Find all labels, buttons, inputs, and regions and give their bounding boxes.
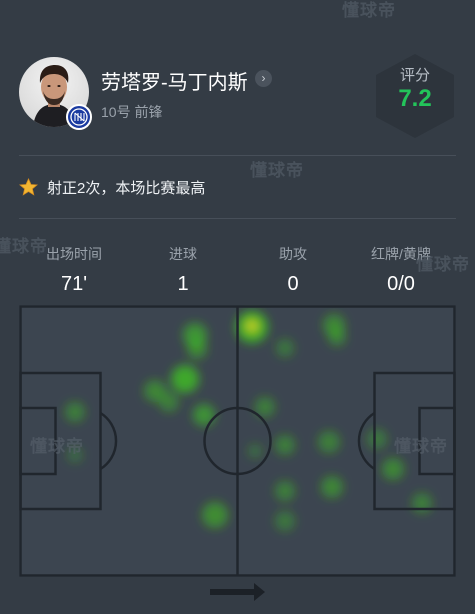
chevron-right-icon[interactable]: ›	[255, 70, 272, 87]
player-number-position: 10号 前锋	[101, 104, 163, 120]
heat-spot	[193, 404, 215, 426]
heat-spot	[275, 481, 295, 501]
stat-value: 0	[287, 273, 299, 295]
stat-goals: 进球 1	[128, 244, 238, 296]
watermark: 懂球帝	[250, 161, 304, 180]
heat-spot	[202, 502, 228, 528]
heatmap-pitch	[19, 305, 456, 577]
divider	[19, 218, 456, 219]
heat-spot	[275, 511, 295, 531]
rating-value: 7.2	[398, 85, 432, 112]
watermark: 懂球帝	[394, 437, 448, 456]
heat-spot	[367, 429, 387, 449]
heat-spot	[187, 339, 207, 359]
watermark: 懂球帝	[342, 1, 396, 20]
heat-spot	[318, 431, 340, 453]
highlight-row: 射正2次，本场比赛最高	[19, 172, 456, 202]
heat-spot	[248, 444, 262, 458]
heat-spot	[65, 402, 85, 422]
heat-spot	[159, 392, 179, 412]
watermark: 懂球帝	[30, 437, 84, 456]
player-header: 劳塔罗-马丁内斯 › 10号 前锋 评分 7.2	[0, 0, 475, 150]
rating-label: 评分	[399, 67, 430, 84]
watermark: 懂球帝	[416, 255, 470, 274]
heat-spot	[275, 435, 295, 455]
stats-row: 出场时间 71' 进球 1 助攻 0 红牌/黄牌 0/0	[19, 244, 456, 300]
stat-value: 0/0	[387, 273, 415, 295]
stat-label: 进球	[169, 246, 197, 262]
player-name: 劳塔罗-马丁内斯	[101, 72, 248, 94]
heat-spot	[328, 328, 346, 346]
heat-spot	[382, 458, 404, 480]
divider	[19, 155, 456, 156]
heat-spot	[171, 365, 199, 393]
highlight-text: 射正2次，本场比赛最高	[47, 180, 206, 197]
star-icon	[19, 178, 38, 196]
stat-value: 71'	[60, 273, 88, 295]
attack-direction-arrow-icon	[210, 583, 265, 601]
watermark: 懂球帝	[0, 237, 48, 256]
club-badge-icon	[66, 104, 92, 130]
stat-label: 助攻	[279, 246, 307, 262]
heat-spot	[321, 476, 343, 498]
heat-peak	[246, 320, 258, 332]
heat-spot	[276, 339, 294, 357]
stat-assists: 助攻 0	[238, 244, 348, 296]
stat-value: 1	[177, 273, 189, 295]
